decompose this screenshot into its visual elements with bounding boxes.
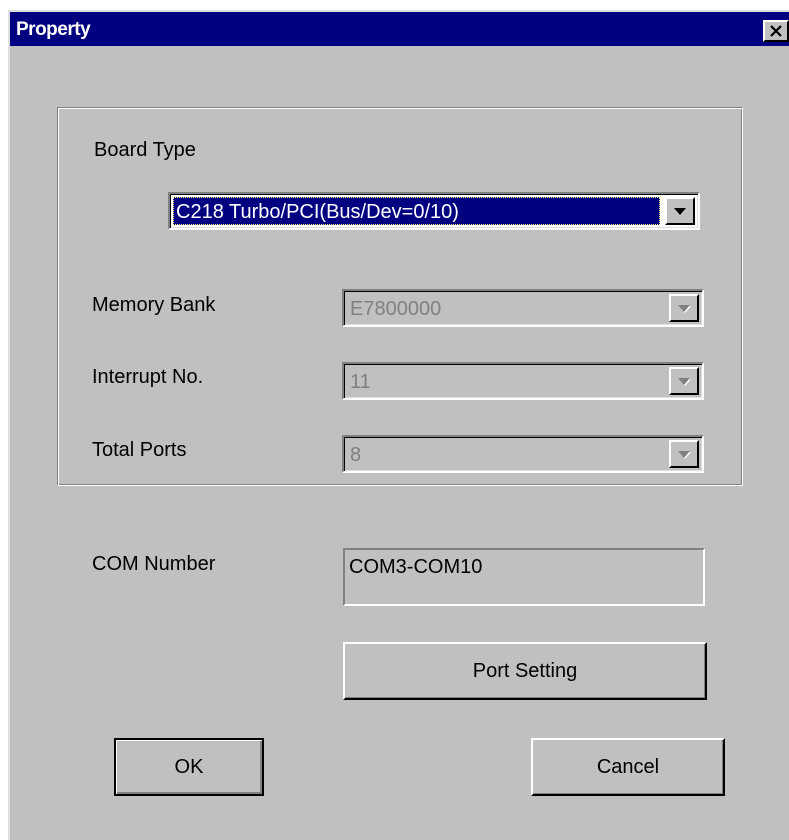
memory-bank-value: E7800000	[350, 298, 442, 320]
cancel-button[interactable]: Cancel	[531, 738, 725, 796]
chevron-down-icon	[678, 304, 690, 312]
total-ports-dropdown-button	[669, 440, 699, 468]
board-type-value: C218 Turbo/PCI(Bus/Dev=0/10)	[173, 197, 660, 225]
interrupt-select: 11	[342, 362, 704, 400]
memory-bank-select: E7800000	[342, 289, 704, 327]
port-setting-button[interactable]: Port Setting	[343, 642, 707, 700]
close-icon	[770, 25, 782, 37]
total-ports-label: Total Ports	[92, 439, 187, 461]
window-title: Property	[16, 19, 91, 40]
com-number-label: COM Number	[92, 553, 216, 575]
interrupt-dropdown-button	[669, 367, 699, 395]
board-type-label: Board Type	[94, 139, 196, 161]
board-type-select[interactable]: C218 Turbo/PCI(Bus/Dev=0/10)	[168, 192, 700, 230]
property-dialog: Property Board Type C218 Turbo/PCI(Bus/D…	[8, 10, 789, 840]
ok-button[interactable]: OK	[114, 738, 264, 796]
close-button[interactable]	[763, 20, 789, 42]
chevron-down-icon	[678, 450, 690, 458]
chevron-down-icon	[674, 207, 686, 215]
interrupt-label: Interrupt No.	[92, 366, 204, 388]
chevron-down-icon	[678, 377, 690, 385]
total-ports-select: 8	[342, 435, 704, 473]
memory-bank-dropdown-button	[669, 294, 699, 322]
memory-bank-label: Memory Bank	[92, 294, 216, 316]
title-bar[interactable]: Property	[10, 12, 789, 46]
interrupt-value: 11	[350, 371, 371, 393]
board-type-dropdown-button[interactable]	[665, 197, 695, 225]
total-ports-value: 8	[350, 444, 362, 466]
com-number-value: COM3-COM10	[349, 556, 483, 578]
com-number-field: COM3-COM10	[343, 548, 705, 606]
